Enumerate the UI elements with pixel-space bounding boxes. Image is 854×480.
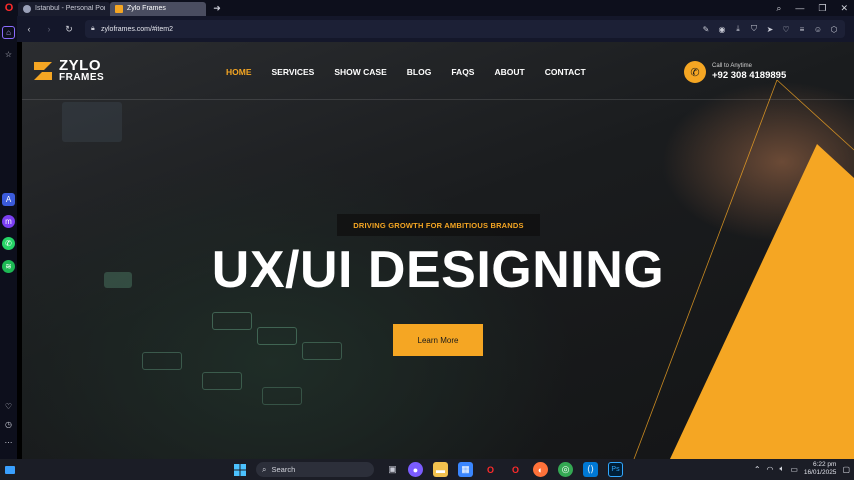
windows-taskbar: ⌕ Search ▣ ● ▬ ▦ O O ◐ ◎ ⟨⟩ Ps ⌃ ◠ 🔈︎ ▭ … xyxy=(0,459,854,480)
chevron-up-icon[interactable]: ⌃ xyxy=(754,465,761,474)
shield-icon[interactable]: ⛉ xyxy=(749,23,759,35)
wifi-icon[interactable]: ◠ xyxy=(767,465,774,474)
search-label: Search xyxy=(271,465,296,474)
call-info[interactable]: ✆ Call to Anytime +92 308 4189895 xyxy=(684,61,786,83)
hero-headline: UX/UI DESIGNING xyxy=(211,241,665,299)
whatsapp-icon[interactable]: ✆ xyxy=(2,237,15,250)
close-icon[interactable]: ✕ xyxy=(840,3,848,14)
browser-tab-strip: O Istanbul - Personal Portfol Zylo Frame… xyxy=(0,0,854,16)
reload-icon[interactable]: ↻ xyxy=(61,21,77,37)
task-view-icon[interactable]: ▣ xyxy=(385,462,400,477)
edit-icon[interactable]: ✎ xyxy=(701,23,711,35)
messenger-icon[interactable]: m xyxy=(2,215,15,228)
battery-icon[interactable]: ▭ xyxy=(790,465,798,474)
phone-icon: ✆ xyxy=(684,61,706,83)
time: 6:22 pm xyxy=(812,461,837,468)
chat-icon[interactable]: ● xyxy=(408,462,423,477)
extensions-icon[interactable]: ⬡ xyxy=(829,23,839,35)
heart-icon[interactable]: ♡ xyxy=(2,400,15,413)
restore-icon[interactable]: ❐ xyxy=(818,3,826,14)
download-icon[interactable]: ⤓ xyxy=(733,23,743,35)
file-explorer-icon[interactable]: ▬ xyxy=(433,462,448,477)
windows-start-icon[interactable] xyxy=(232,462,247,477)
zylo-logo-icon xyxy=(34,62,52,80)
url-text[interactable]: zyloframes.com/#item2 xyxy=(101,26,173,33)
camera-icon[interactable]: ◉ xyxy=(717,23,727,35)
taskbar-search[interactable]: ⌕ Search xyxy=(256,462,374,477)
clock[interactable]: 6:22 pm 16/01/2025 xyxy=(804,461,837,477)
notification-icon[interactable]: ▢ xyxy=(842,465,850,474)
hero-tagline: DRIVING GROWTH FOR AMBITIOUS BRANDS xyxy=(337,214,540,236)
opera-gx-icon[interactable]: O xyxy=(508,462,523,477)
home-icon[interactable]: ⌂ xyxy=(2,26,15,39)
tab-istanbul[interactable]: Istanbul - Personal Portfol xyxy=(18,1,110,16)
minimize-icon[interactable]: — xyxy=(795,3,804,13)
profile-icon[interactable]: ☺ xyxy=(813,23,823,35)
nav-services[interactable]: SERVICES xyxy=(272,67,315,77)
header-divider xyxy=(22,99,854,100)
tab-zylo-frames[interactable]: Zylo Frames xyxy=(110,1,206,16)
aria-icon[interactable]: A xyxy=(2,193,15,206)
forward-icon[interactable]: › xyxy=(41,21,57,37)
new-tab-icon[interactable]: ➜ xyxy=(210,1,224,15)
logo-subtext: FRAMES xyxy=(59,72,105,83)
send-icon[interactable]: ➤ xyxy=(765,23,775,35)
nav-about[interactable]: ABOUT xyxy=(494,67,524,77)
tab-label: Zylo Frames xyxy=(127,5,166,12)
firefox-icon[interactable]: ◐ xyxy=(533,462,548,477)
browser-sidebar: ⌂ ☆ A m ✆ ≋ ♡ ◷ ⋯ xyxy=(0,16,17,459)
search-tabs-icon[interactable]: ⌕ xyxy=(776,3,781,14)
learn-more-button[interactable]: Learn More xyxy=(393,324,483,356)
nav-home[interactable]: HOME xyxy=(226,67,252,77)
main-nav: HOME SERVICES SHOW CASE BLOG FAQS ABOUT … xyxy=(226,67,586,77)
store-icon[interactable]: ▦ xyxy=(458,462,473,477)
back-icon[interactable]: ‹ xyxy=(21,21,37,37)
spotify-icon[interactable]: ≋ xyxy=(2,260,15,273)
history-icon[interactable]: ◷ xyxy=(2,418,15,431)
more-icon[interactable]: ⋯ xyxy=(2,436,15,449)
lock-icon: 🔒︎ xyxy=(91,25,95,32)
logo-wordmark: ZYLO xyxy=(59,57,101,74)
call-label: Call to Anytime xyxy=(712,63,753,69)
menu-icon[interactable]: ≡ xyxy=(797,23,807,35)
opera-taskbar-icon[interactable]: O xyxy=(483,462,498,477)
star-icon[interactable]: ☆ xyxy=(2,48,15,61)
search-icon: ⌕ xyxy=(262,464,267,474)
website-hero: ZYLO FRAMES HOME SERVICES SHOW CASE BLOG… xyxy=(22,42,854,459)
globe-icon xyxy=(23,4,31,13)
nav-show-case[interactable]: SHOW CASE xyxy=(334,67,386,77)
system-tray: ⌃ ◠ 🔈︎ ▭ 6:22 pm 16/01/2025 ▢ xyxy=(754,461,850,477)
opera-logo-icon[interactable]: O xyxy=(0,0,18,16)
photoshop-icon[interactable]: Ps xyxy=(608,462,623,477)
vscode-icon[interactable]: ⟨⟩ xyxy=(583,462,598,477)
zylo-favicon-icon xyxy=(115,4,123,13)
nav-faqs[interactable]: FAQS xyxy=(451,67,474,77)
tab-label: Istanbul - Personal Portfol xyxy=(35,5,105,12)
widgets-icon[interactable] xyxy=(4,462,16,477)
date: 16/01/2025 xyxy=(803,469,837,476)
window-controls: ⌕ — ❐ ✕ xyxy=(776,0,848,16)
volume-icon[interactable]: 🔈︎ xyxy=(780,464,785,474)
address-bar: ‹ › ↻ 🔒︎ zyloframes.com/#item2 ✎ ◉ ⤓ ⛉ ➤… xyxy=(17,16,854,42)
site-logo[interactable]: ZYLO FRAMES xyxy=(32,57,105,83)
chrome-icon[interactable]: ◎ xyxy=(558,462,573,477)
nav-contact[interactable]: CONTACT xyxy=(545,67,586,77)
phone-number[interactable]: +92 308 4189895 xyxy=(712,70,786,81)
url-field[interactable]: 🔒︎ zyloframes.com/#item2 ✎ ◉ ⤓ ⛉ ➤ ♡ ≡ ☺… xyxy=(85,20,845,38)
bookmark-heart-icon[interactable]: ♡ xyxy=(781,23,791,35)
nav-blog[interactable]: BLOG xyxy=(407,67,432,77)
url-actions: ✎ ◉ ⤓ ⛉ ➤ ♡ ≡ ☺ ⬡ xyxy=(701,23,839,35)
